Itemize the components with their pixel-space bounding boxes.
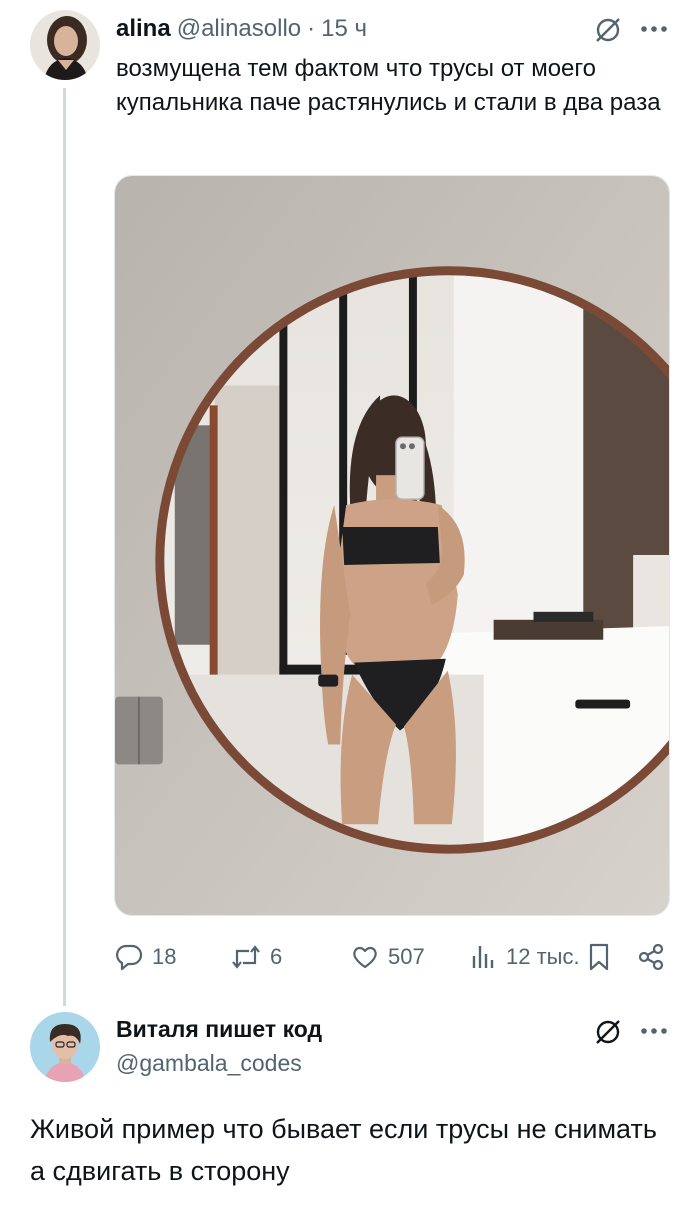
share-button[interactable] <box>636 936 674 978</box>
retweet-button[interactable]: 6 <box>230 936 282 978</box>
bookmark-icon <box>589 943 609 971</box>
like-count: 507 <box>388 944 425 969</box>
separator-dot: · <box>307 15 316 42</box>
bookmark-button[interactable] <box>586 936 620 978</box>
mirror-selfie-photo <box>115 176 669 915</box>
share-icon <box>638 943 664 971</box>
tweet-header: alina @alinasollo · 15 ч <box>116 12 367 46</box>
like-button[interactable]: 507 <box>350 936 425 978</box>
author-name[interactable]: alina <box>116 15 171 43</box>
views-count: 12 тыс. <box>506 944 580 969</box>
reply-author-name[interactable]: Виталя пишет код <box>116 1016 322 1043</box>
more-button[interactable] <box>636 14 672 44</box>
views-button[interactable]: 12 тыс. <box>468 936 580 978</box>
author-avatar-image <box>30 10 100 80</box>
tweet-actions: 18 6 507 12 тыс. <box>114 936 674 978</box>
reply-icon <box>116 944 143 971</box>
reply-author-handle[interactable]: @gambala_codes <box>116 1050 302 1077</box>
reply-author-avatar[interactable] <box>30 1012 100 1082</box>
more-icon <box>641 1028 667 1034</box>
more-icon <box>641 26 667 32</box>
retweet-icon <box>232 945 260 969</box>
heart-icon <box>353 946 377 969</box>
grok-icon <box>596 18 620 42</box>
reply-grok-button[interactable] <box>590 1014 626 1050</box>
grok-icon <box>596 1020 620 1044</box>
thread-line <box>63 88 66 1006</box>
tweet-time[interactable]: 15 ч <box>321 15 367 43</box>
author-avatar[interactable] <box>30 10 100 80</box>
reply-button[interactable]: 18 <box>114 936 176 978</box>
reply-more-button[interactable] <box>636 1016 672 1046</box>
tweet-text: возмущена тем фактом что трусы от моего … <box>116 55 661 116</box>
tweet-image[interactable] <box>114 175 670 916</box>
retweet-count: 6 <box>270 944 283 969</box>
reply-count: 18 <box>152 944 177 969</box>
reply-text: Живой пример что бывает если трусы не сн… <box>30 1114 657 1186</box>
grok-button[interactable] <box>590 12 626 48</box>
views-icon <box>472 946 494 968</box>
reply-author-avatar-image <box>30 1012 100 1082</box>
author-handle[interactable]: @alinasollo <box>177 15 301 43</box>
